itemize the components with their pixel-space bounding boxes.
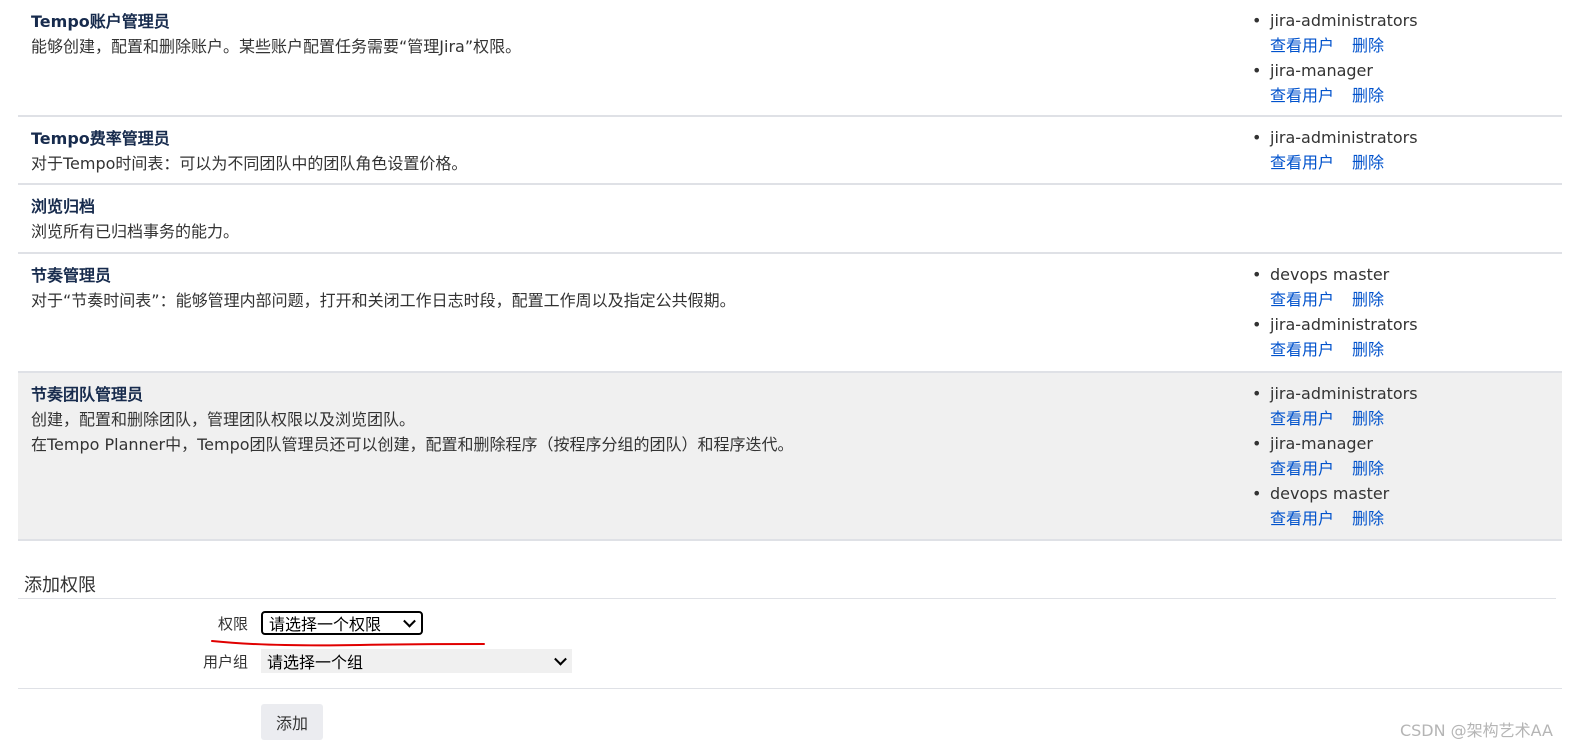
- group-form-row: 用户组 请选择一个组: [198, 649, 572, 673]
- chevron-down-icon: [403, 614, 416, 628]
- bullet-icon: •: [1252, 61, 1262, 80]
- group-name: devops master: [1270, 484, 1390, 503]
- permission-title: Tempo费率管理员: [31, 129, 170, 148]
- permission-groups: [1252, 185, 1562, 252]
- permission-select[interactable]: 请选择一个权限: [261, 611, 423, 635]
- group-item: • jira-administrators 查看用户 删除: [1252, 125, 1562, 175]
- group-item: • jira-administrators 查看用户 删除: [1252, 381, 1562, 431]
- delete-link[interactable]: 删除: [1352, 36, 1384, 55]
- permission-row: Tempo费率管理员 对于Tempo时间表：可以为不同团队中的团队角色设置价格。 •…: [18, 117, 1562, 185]
- group-item: • jira-administrators 查看用户 删除: [1252, 312, 1562, 362]
- group-name: jira-manager: [1270, 434, 1373, 453]
- permission-description: 创建，配置和删除团队，管理团队权限以及浏览团队。: [31, 410, 416, 429]
- group-actions: 查看用户 删除: [1270, 287, 1562, 312]
- add-button[interactable]: 添加: [261, 704, 323, 740]
- bullet-icon: •: [1252, 384, 1262, 403]
- delete-link[interactable]: 删除: [1352, 459, 1384, 478]
- permission-form-row: 权限 请选择一个权限: [198, 611, 423, 635]
- delete-link[interactable]: 删除: [1352, 509, 1384, 528]
- permission-description: 浏览所有已归档事务的能力。: [31, 222, 240, 241]
- group-item: • jira-manager 查看用户 删除: [1252, 58, 1562, 108]
- group-list: • devops master 查看用户 删除 • jira-administrators…: [1252, 262, 1562, 362]
- bullet-icon: •: [1252, 484, 1262, 503]
- group-actions: 查看用户 删除: [1270, 337, 1562, 362]
- group-name: jira-administrators: [1270, 128, 1418, 147]
- group-select[interactable]: 请选择一个组: [261, 649, 572, 673]
- bullet-icon: •: [1252, 11, 1262, 30]
- delete-link[interactable]: 删除: [1352, 409, 1384, 428]
- view-users-link[interactable]: 查看用户: [1270, 509, 1334, 528]
- view-users-link[interactable]: 查看用户: [1270, 459, 1334, 478]
- bullet-icon: •: [1252, 315, 1262, 334]
- permission-groups: • jira-administrators 查看用户 删除 • jira-manager 查…: [1252, 373, 1562, 539]
- view-users-link[interactable]: 查看用户: [1270, 153, 1334, 172]
- permission-row: 节奏管理员对于“节奏时间表”：能够管理内部问题，打开和关闭工作日志时段，配置工作…: [18, 254, 1562, 373]
- group-item: • jira-manager 查看用户 删除: [1252, 431, 1562, 481]
- bullet-icon: •: [1252, 128, 1262, 147]
- add-permission-section: 添加权限: [18, 572, 1556, 599]
- permission-info: 浏览归档浏览所有已归档事务的能力。: [18, 185, 1252, 252]
- group-name: jira-administrators: [1270, 11, 1418, 30]
- group-actions: 查看用户 删除: [1270, 506, 1562, 531]
- permission-info: 节奏管理员对于“节奏时间表”：能够管理内部问题，打开和关闭工作日志时段，配置工作…: [18, 254, 1252, 371]
- permission-groups: • devops master 查看用户 删除 • jira-administrators…: [1252, 254, 1562, 371]
- view-users-link[interactable]: 查看用户: [1270, 290, 1334, 309]
- permission-label: 权限: [217, 614, 248, 633]
- chevron-down-icon: [554, 652, 567, 666]
- permission-info: Tempo费率管理员对于Tempo时间表：可以为不同团队中的团队角色设置价格。: [18, 117, 1252, 183]
- permission-row: Tempo账户管理员能够创建，配置和删除账户。某些账户配置任务需要“管理Jira…: [18, 0, 1562, 117]
- watermark: CSDN @架构艺术AA: [1399, 721, 1553, 740]
- permission-row: 节奏团队管理员创建，配置和删除团队，管理团队权限以及浏览团队。在Tempo Pl…: [18, 373, 1562, 541]
- group-item: • devops master 查看用户 删除: [1252, 262, 1562, 312]
- group-name: jira-administrators: [1270, 315, 1418, 334]
- permission-title: Tempo账户管理员: [31, 12, 170, 31]
- add-permission-title: 添加权限: [18, 572, 1556, 599]
- permission-groups: • jira-administrators 查看用户 删除 • jira-manager 查…: [1252, 0, 1562, 115]
- permission-description: 能够创建，配置和删除账户。某些账户配置任务需要“管理Jira”权限。: [31, 37, 522, 56]
- bullet-icon: •: [1252, 265, 1262, 284]
- delete-link[interactable]: 删除: [1352, 153, 1384, 172]
- permission-title: 节奏管理员: [31, 266, 112, 285]
- permissions-table: Tempo账户管理员能够创建，配置和删除账户。某些账户配置任务需要“管理Jira…: [18, 0, 1562, 541]
- group-label: 用户组: [202, 652, 248, 671]
- group-select-value: 请选择一个组: [267, 653, 364, 672]
- delete-link[interactable]: 删除: [1352, 340, 1384, 359]
- group-actions: 查看用户 删除: [1270, 83, 1562, 108]
- permission-groups: • jira-administrators 查看用户 删除: [1252, 117, 1562, 183]
- group-item: • devops master 查看用户 删除: [1252, 481, 1562, 531]
- group-name: jira-manager: [1270, 61, 1373, 80]
- view-users-link[interactable]: 查看用户: [1270, 36, 1334, 55]
- permission-title: 节奏团队管理员: [31, 385, 144, 404]
- group-name: jira-administrators: [1270, 384, 1418, 403]
- permission-description: 对于Tempo时间表：可以为不同团队中的团队角色设置价格。: [31, 154, 468, 173]
- permission-description: 对于“节奏时间表”：能够管理内部问题，打开和关闭工作日志时段，配置工作周以及指定…: [31, 291, 736, 310]
- group-actions: 查看用户 删除: [1270, 406, 1562, 431]
- group-actions: 查看用户 删除: [1270, 150, 1562, 175]
- group-item: • jira-administrators 查看用户 删除: [1252, 8, 1562, 58]
- delete-link[interactable]: 删除: [1352, 290, 1384, 309]
- group-list: • jira-administrators 查看用户 删除: [1252, 125, 1562, 175]
- group-actions: 查看用户 删除: [1270, 456, 1562, 481]
- permission-title: 浏览归档: [31, 197, 96, 216]
- permission-info: 节奏团队管理员创建，配置和删除团队，管理团队权限以及浏览团队。在Tempo Pl…: [18, 373, 1252, 539]
- view-users-link[interactable]: 查看用户: [1270, 86, 1334, 105]
- view-users-link[interactable]: 查看用户: [1270, 340, 1334, 359]
- form-divider: [18, 688, 1562, 689]
- group-list: • jira-administrators 查看用户 删除 • jira-manager 查…: [1252, 8, 1562, 108]
- group-actions: 查看用户 删除: [1270, 33, 1562, 58]
- delete-link[interactable]: 删除: [1352, 86, 1384, 105]
- view-users-link[interactable]: 查看用户: [1270, 409, 1334, 428]
- bullet-icon: •: [1252, 434, 1262, 453]
- permission-row: 浏览归档浏览所有已归档事务的能力。: [18, 185, 1562, 254]
- permission-select-value: 请选择一个权限: [269, 615, 382, 634]
- group-name: devops master: [1270, 265, 1390, 284]
- permission-description: 在Tempo Planner中，Tempo团队管理员还可以创建，配置和删除程序（…: [31, 435, 794, 454]
- permission-info: Tempo账户管理员能够创建，配置和删除账户。某些账户配置任务需要“管理Jira…: [18, 0, 1252, 115]
- group-list: • jira-administrators 查看用户 删除 • jira-manager 查…: [1252, 381, 1562, 531]
